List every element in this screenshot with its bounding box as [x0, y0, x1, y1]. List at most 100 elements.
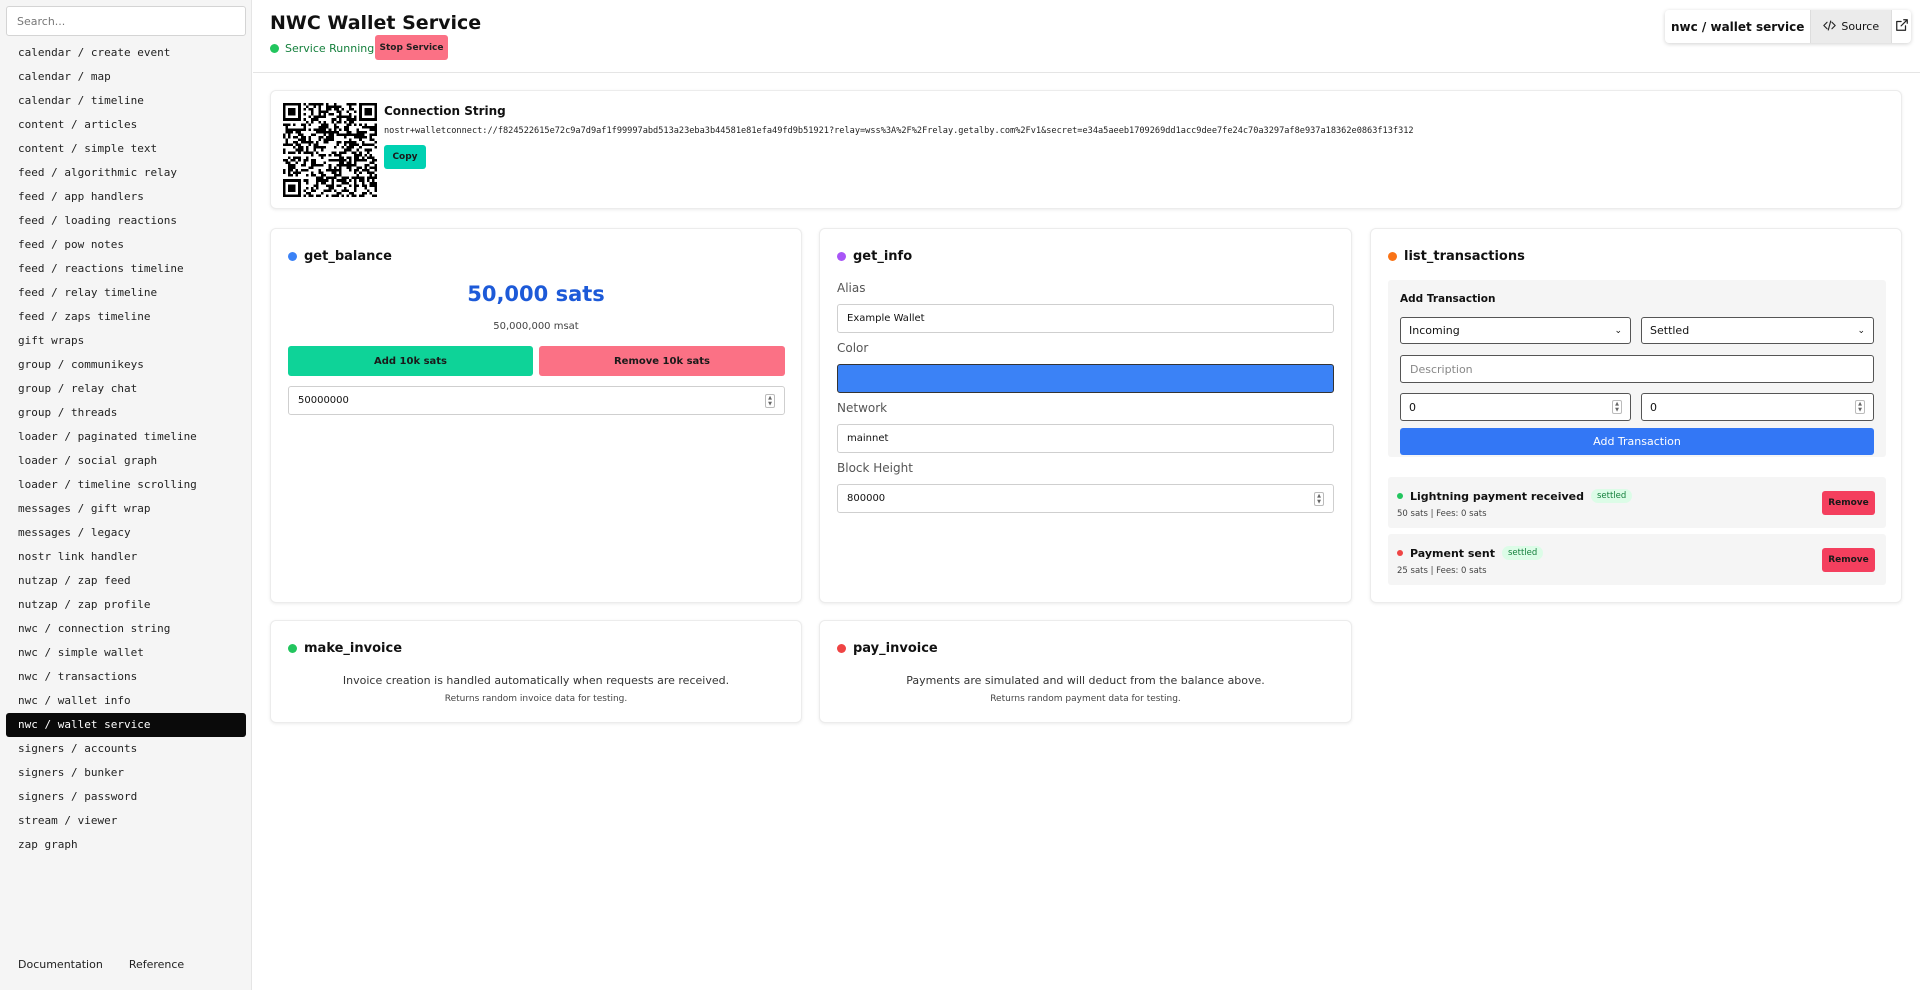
sidebar-item[interactable]: signers / password	[6, 785, 246, 809]
card-title: pay_invoice	[837, 641, 938, 656]
description-input[interactable]: Description	[1400, 355, 1874, 383]
status-dot-icon	[288, 252, 297, 261]
sidebar-item[interactable]: feed / zaps timeline	[6, 305, 246, 329]
sidebar-item[interactable]: feed / reactions timeline	[6, 257, 246, 281]
documentation-link[interactable]: Documentation	[18, 958, 103, 971]
sidebar-item[interactable]: nostr link handler	[6, 545, 246, 569]
get-info-card: get_info Alias Example Wallet Color Netw…	[819, 228, 1352, 603]
sidebar-item[interactable]: stream / viewer	[6, 809, 246, 833]
sidebar-item[interactable]: content / articles	[6, 113, 246, 137]
sidebar-item[interactable]: signers / accounts	[6, 737, 246, 761]
balance-input-value: 50000000	[298, 395, 349, 406]
amount-value: 0	[1409, 400, 1416, 414]
sidebar-item[interactable]: group / threads	[6, 401, 246, 425]
block-height-field[interactable]: 800000 ▲ ▼	[837, 484, 1334, 513]
network-label: Network	[837, 401, 888, 415]
balance-input[interactable]: 50000000 ▲ ▼	[288, 386, 785, 415]
stop-service-button[interactable]: Stop Service	[375, 35, 448, 60]
pay-invoice-note: Returns random payment data for testing.	[990, 694, 1181, 704]
make-invoice-note: Returns random invoice data for testing.	[444, 694, 628, 704]
sidebar-item[interactable]: nutzap / zap profile	[6, 593, 246, 617]
transaction-meta: 50 sats | Fees: 0 sats	[1397, 509, 1487, 519]
open-external-button[interactable]	[1892, 10, 1911, 43]
sidebar-item[interactable]: nwc / wallet info	[6, 689, 246, 713]
sidebar-item[interactable]: nwc / simple wallet	[6, 641, 246, 665]
balance-msat: 50,000,000 msat	[493, 321, 579, 332]
sidebar-item[interactable]: nwc / connection string	[6, 617, 246, 641]
transaction-name: Lightning payment received	[1410, 489, 1584, 503]
sidebar-item[interactable]: gift wraps	[6, 329, 246, 353]
sidebar-item[interactable]: nutzap / zap feed	[6, 569, 246, 593]
alias-field[interactable]: Example Wallet	[837, 304, 1334, 333]
transaction-type-value: Incoming	[1409, 324, 1460, 337]
sidebar-item[interactable]: feed / relay timeline	[6, 281, 246, 305]
chevron-down-icon: ⌄	[1614, 325, 1622, 336]
stepper-icon[interactable]: ▲ ▼	[1314, 491, 1324, 506]
add-10k-button[interactable]: Add 10k sats	[288, 346, 533, 376]
get-balance-card: get_balance 50,000 sats 50,000,000 msat …	[270, 228, 802, 603]
sidebar-item[interactable]: calendar / map	[6, 65, 246, 89]
sidebar-item[interactable]: feed / app handlers	[6, 185, 246, 209]
make-invoice-description: Invoice creation is handled automaticall…	[342, 674, 730, 687]
sidebar-item[interactable]: messages / gift wrap	[6, 497, 246, 521]
sidebar-item[interactable]: group / relay chat	[6, 377, 246, 401]
sidebar-item[interactable]: calendar / timeline	[6, 89, 246, 113]
sidebar-item[interactable]: nwc / wallet service	[6, 713, 246, 737]
service-status: Service Running	[270, 42, 374, 55]
example-toolbar: nwc / wallet service Source	[1665, 10, 1911, 43]
transaction-state-select[interactable]: Settled ⌄	[1641, 317, 1874, 344]
sidebar-item[interactable]: loader / social graph	[6, 449, 246, 473]
status-dot-icon	[837, 252, 846, 261]
external-link-icon	[1895, 17, 1909, 36]
source-label: Source	[1841, 20, 1880, 33]
stepper-icon[interactable]: ▲ ▼	[1855, 400, 1865, 414]
source-button[interactable]: Source	[1810, 10, 1893, 43]
block-height-value: 800000	[847, 493, 886, 504]
sidebar: calendar / create eventcalendar / mapcal…	[0, 0, 252, 990]
page-header: NWC Wallet Service Service Running Stop …	[253, 0, 1920, 73]
remove-transaction-button[interactable]: Remove	[1822, 548, 1875, 572]
alias-value: Example Wallet	[847, 313, 925, 324]
transaction-type-select[interactable]: Incoming ⌄	[1400, 317, 1631, 344]
remove-transaction-button[interactable]: Remove	[1822, 491, 1875, 515]
make-invoice-card: make_invoice Invoice creation is handled…	[270, 620, 802, 723]
status-dot-icon	[288, 644, 297, 653]
sidebar-item[interactable]: feed / algorithmic relay	[6, 161, 246, 185]
stepper-icon[interactable]: ▲ ▼	[765, 393, 775, 408]
network-value: mainnet	[847, 433, 889, 444]
network-field[interactable]: mainnet	[837, 424, 1334, 453]
make-invoice-title: make_invoice	[304, 641, 403, 656]
sidebar-item[interactable]: feed / pow notes	[6, 233, 246, 257]
status-dot-icon	[837, 644, 846, 653]
sidebar-item[interactable]: loader / paginated timeline	[6, 425, 246, 449]
amount-input[interactable]: 0 ▲ ▼	[1400, 393, 1631, 421]
color-label: Color	[837, 341, 869, 355]
chevron-down-icon: ⌄	[1857, 325, 1865, 336]
stepper-icon[interactable]: ▲ ▼	[1612, 400, 1622, 414]
sidebar-item[interactable]: signers / bunker	[6, 761, 246, 785]
page-title: NWC Wallet Service	[270, 12, 482, 34]
list-transactions-card: list_transactions Add Transaction Incomi…	[1370, 228, 1902, 603]
sidebar-item[interactable]: feed / loading reactions	[6, 209, 246, 233]
sidebar-item[interactable]: nwc / transactions	[6, 665, 246, 689]
fees-value: 0	[1650, 400, 1657, 414]
remove-10k-button[interactable]: Remove 10k sats	[539, 346, 785, 376]
status-badge: settled	[1501, 546, 1544, 560]
transaction-item: Payment sent settled 25 sats | Fees: 0 s…	[1388, 534, 1886, 585]
add-transaction-title: Add Transaction	[1400, 293, 1496, 305]
sidebar-item[interactable]: calendar / create event	[6, 41, 246, 65]
sidebar-item[interactable]: content / simple text	[6, 137, 246, 161]
code-icon	[1823, 19, 1837, 35]
color-picker[interactable]	[837, 364, 1334, 393]
sidebar-item[interactable]: loader / timeline scrolling	[6, 473, 246, 497]
search-input[interactable]	[6, 6, 246, 36]
add-transaction-button[interactable]: Add Transaction	[1400, 428, 1874, 455]
sidebar-item[interactable]: zap graph	[6, 833, 246, 857]
sidebar-item[interactable]: group / communikeys	[6, 353, 246, 377]
connection-string-value: nostr+walletconnect://f824522615e72c9a7d…	[384, 126, 1414, 136]
fees-input[interactable]: 0 ▲ ▼	[1641, 393, 1874, 421]
transaction-meta: 25 sats | Fees: 0 sats	[1397, 566, 1487, 576]
reference-link[interactable]: Reference	[129, 958, 184, 971]
copy-button[interactable]: Copy	[384, 145, 426, 169]
sidebar-item[interactable]: messages / legacy	[6, 521, 246, 545]
